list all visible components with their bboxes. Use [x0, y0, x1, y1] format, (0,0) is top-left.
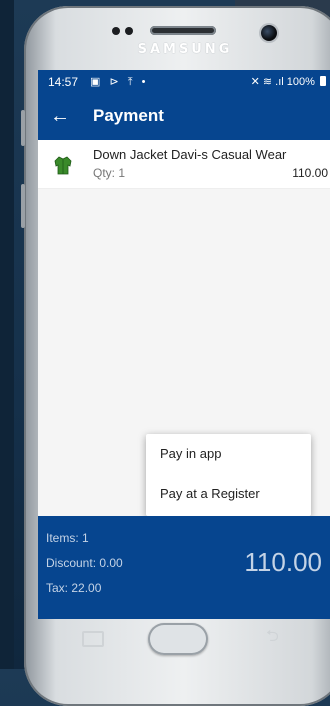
app-screen: 14:57 ▣ ⊳ ⤒ • ✕ ≋ .ıl 100% ← Payment Dow…	[38, 70, 330, 619]
item-quantity: Qty: 1	[93, 166, 126, 180]
status-bar: 14:57 ▣ ⊳ ⤒ • ✕ ≋ .ıl 100%	[38, 70, 330, 94]
order-summary-footer: Items: 1 Discount: 0.00 Tax: 22.00 110.0…	[38, 516, 330, 619]
item-name: Down Jacket Davi-s Casual Wear	[93, 147, 287, 162]
brand-logo: SAMSUNG	[137, 42, 233, 57]
background-strip	[0, 0, 14, 669]
jacket-icon	[54, 156, 72, 175]
power-button	[21, 184, 25, 228]
summary-discount: Discount: 0.00	[46, 556, 123, 570]
sensor-icon	[112, 27, 120, 35]
summary-items-count: Items: 1	[46, 531, 89, 545]
battery-label: 100%	[286, 76, 315, 88]
battery-icon	[320, 76, 326, 86]
volume-button	[21, 110, 25, 146]
status-right: ✕ ≋ .ıl 100%	[251, 75, 326, 88]
status-time: 14:57	[48, 75, 79, 89]
sensor-icon	[125, 27, 133, 35]
back-nav-icon[interactable]: ⮌	[266, 625, 279, 652]
menu-item-pay-at-register[interactable]: Pay at a Register	[160, 486, 260, 501]
order-item-row[interactable]: Down Jacket Davi-s Casual Wear Qty: 1 11…	[38, 140, 330, 189]
summary-tax: Tax: 22.00	[46, 581, 102, 595]
speaker-grille	[150, 26, 216, 35]
page-title: Payment	[93, 106, 164, 125]
front-camera-icon	[261, 25, 277, 41]
item-price: 110.00	[292, 166, 328, 180]
navigation-bezel: ⮌	[38, 619, 330, 669]
summary-total: 110.00	[244, 547, 322, 577]
app-bar: ← Payment	[38, 94, 330, 140]
back-arrow-icon[interactable]: ←	[50, 104, 70, 128]
home-button[interactable]	[148, 623, 208, 655]
notification-icons: ▣ ⊳ ⤒ •	[90, 76, 149, 88]
menu-item-pay-in-app[interactable]: Pay in app	[160, 446, 221, 461]
recent-apps-icon[interactable]	[82, 631, 104, 647]
payment-options-menu: Pay in app Pay at a Register	[146, 434, 311, 516]
signal-icon: ✕ ≋ .ıl	[250, 76, 284, 88]
